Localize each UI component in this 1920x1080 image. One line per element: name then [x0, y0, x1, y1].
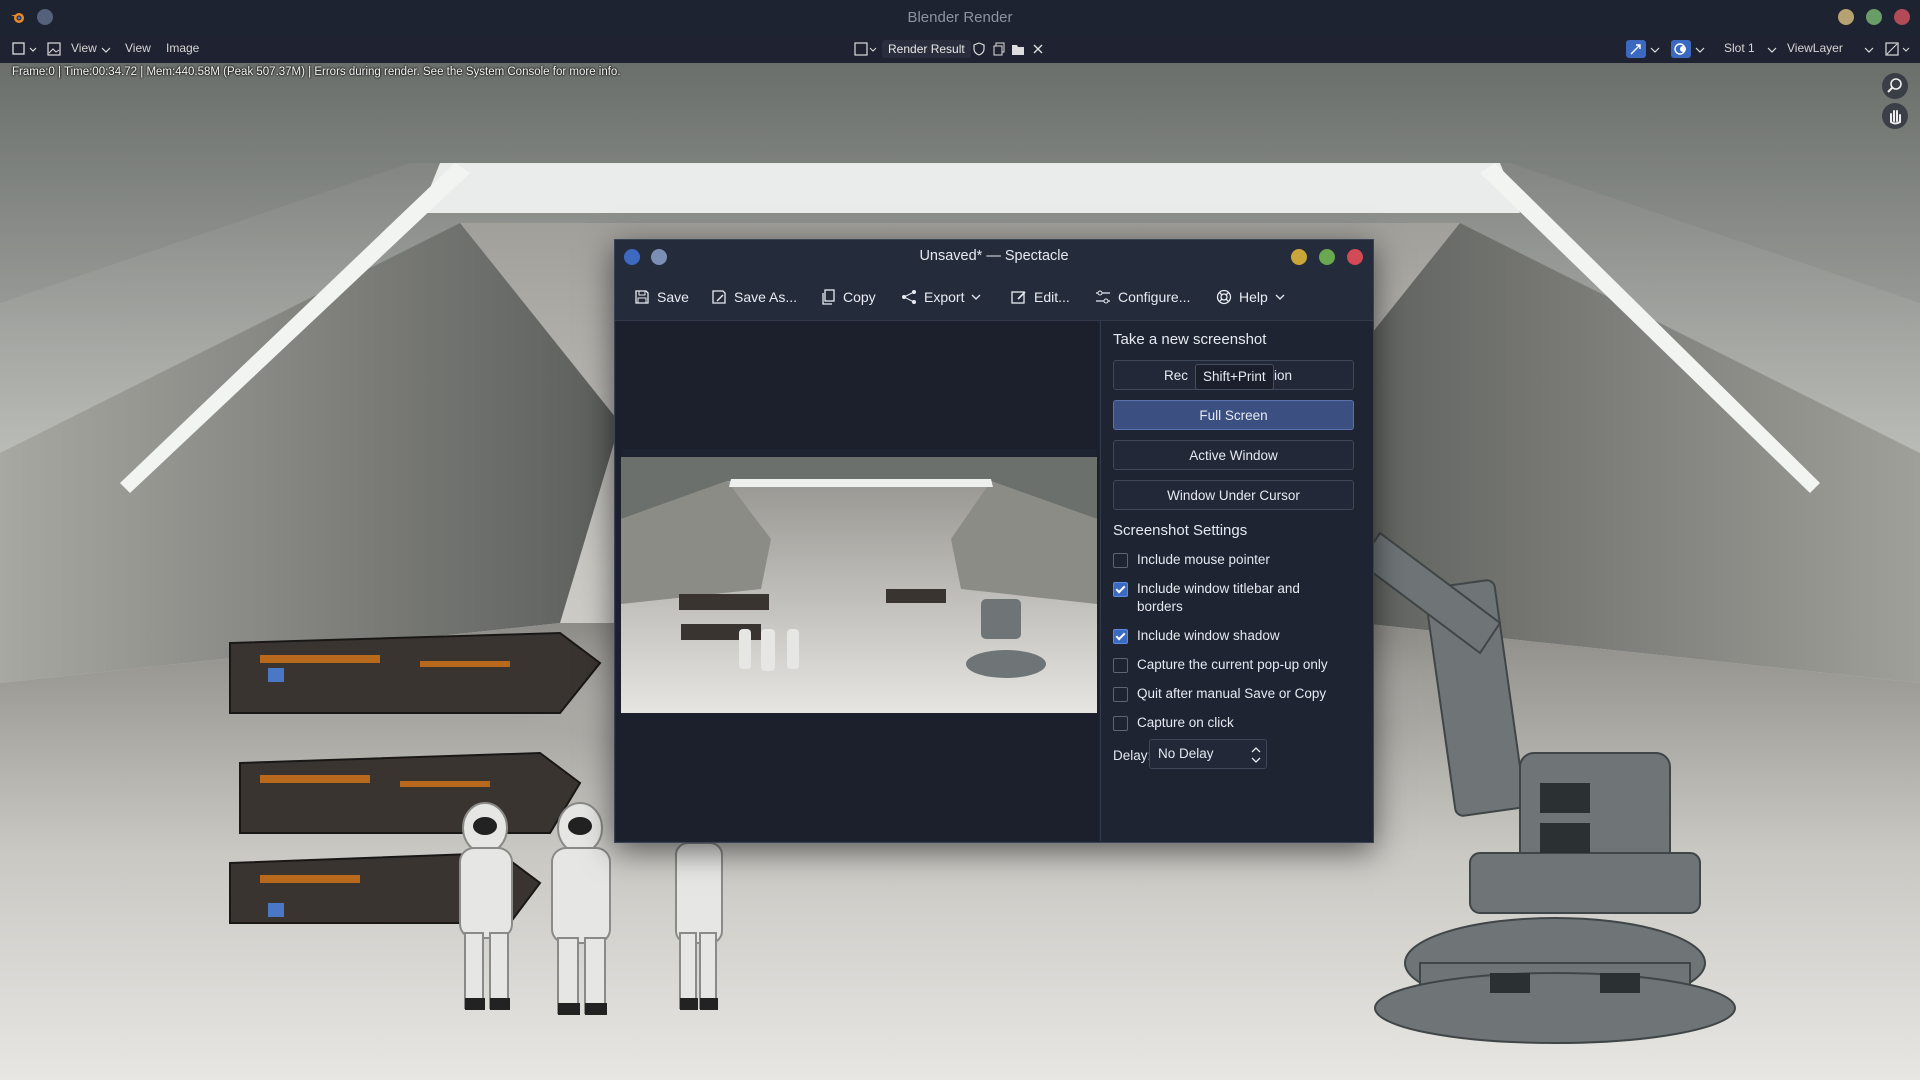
include-titlebar-checkbox[interactable]: Include window titlebar and borders: [1113, 580, 1328, 616]
chevron-down-icon: [1275, 294, 1285, 300]
edit-image-icon: [1011, 291, 1026, 304]
chevron-down-icon: [972, 294, 981, 300]
checkbox-checked-icon[interactable]: [1113, 629, 1128, 644]
include-mouse-pointer-checkbox[interactable]: Include mouse pointer: [1113, 551, 1270, 569]
spectacle-toolbar: Save Save As... Copy Export Edit... Conf…: [615, 274, 1373, 321]
unlink-close-icon[interactable]: [1030, 40, 1046, 58]
spinner-arrows-icon[interactable]: [1250, 746, 1262, 764]
edit-button[interactable]: Edit...: [1011, 286, 1070, 308]
export-button[interactable]: Export: [901, 286, 981, 308]
slot-selector[interactable]: Slot 1: [1724, 41, 1755, 55]
window-title: Blender Render: [907, 9, 1013, 26]
blender-titlebar: Blender Render: [0, 0, 1920, 35]
copy-label: Copy: [843, 289, 876, 305]
edit-label: Edit...: [1034, 289, 1070, 305]
checkbox-label: Include window titlebar and borders: [1137, 581, 1300, 614]
screenshot-options-panel: Take a new screenshot Rec ion Shift+Prin…: [1100, 321, 1373, 841]
screenshot-settings-heading: Screenshot Settings: [1113, 522, 1248, 539]
image-menu[interactable]: Image: [166, 41, 199, 55]
checkbox-label: Quit after manual Save or Copy: [1137, 686, 1327, 701]
export-label: Export: [924, 289, 965, 305]
capture-popup-only-checkbox[interactable]: Capture the current pop-up only: [1113, 656, 1328, 674]
window-under-cursor-button[interactable]: Window Under Cursor: [1113, 480, 1354, 510]
render-result-field[interactable]: Render Result: [882, 40, 971, 58]
share-icon: [902, 290, 916, 304]
overlay-toggle-icon[interactable]: [1671, 40, 1691, 58]
screenshot-preview-pane[interactable]: [616, 321, 1099, 841]
take-new-screenshot-heading: Take a new screenshot: [1113, 331, 1267, 348]
configure-sliders-icon: [1096, 290, 1110, 304]
full-screen-button[interactable]: Full Screen: [1113, 400, 1354, 430]
pan-hand-icon[interactable]: [1882, 103, 1908, 129]
copy-icon: [822, 289, 835, 305]
save-icon: [635, 290, 649, 304]
shortcut-tooltip: Shift+Print: [1195, 364, 1274, 390]
configure-label: Configure...: [1118, 289, 1191, 305]
checkbox-checked-icon[interactable]: [1113, 582, 1128, 597]
delay-spinbox[interactable]: No Delay: [1149, 739, 1267, 769]
checkbox-label: Capture the current pop-up only: [1137, 657, 1328, 672]
image-editor-header: View View Image Render Result Slot 1 Vie…: [0, 35, 1920, 63]
open-folder-icon[interactable]: [1010, 40, 1026, 58]
help-lifebuoy-icon: [1216, 289, 1232, 305]
fake-user-shield-icon[interactable]: [971, 40, 987, 58]
spectacle-window: Unsaved* — Spectacle Save Save As... Cop…: [614, 239, 1374, 843]
chevron-down-icon: [101, 47, 111, 53]
duplicate-icon[interactable]: [991, 40, 1007, 58]
checkbox-label: Include mouse pointer: [1137, 552, 1270, 567]
help-button[interactable]: Help: [1216, 286, 1285, 308]
copy-button[interactable]: Copy: [820, 286, 876, 308]
save-as-label: Save As...: [734, 289, 798, 305]
chevron-down-icon: [1864, 47, 1874, 53]
maximize-button[interactable]: [1866, 9, 1882, 25]
configure-button[interactable]: Configure...: [1095, 286, 1190, 308]
checkbox-icon[interactable]: [1113, 716, 1128, 731]
view-menu[interactable]: View: [125, 41, 151, 55]
chevron-down-icon[interactable]: [1695, 46, 1705, 54]
checkbox-icon[interactable]: [1113, 687, 1128, 702]
include-window-shadow-checkbox[interactable]: Include window shadow: [1113, 627, 1280, 645]
checkbox-label: Include window shadow: [1137, 628, 1280, 643]
save-button[interactable]: Save: [634, 286, 689, 308]
help-label: Help: [1239, 289, 1268, 305]
save-label: Save: [657, 289, 689, 305]
save-as-icon: [712, 290, 726, 304]
delay-value: No Delay: [1158, 746, 1214, 761]
region-label-start: Rec: [1164, 368, 1189, 383]
chevron-down-icon: [1767, 47, 1777, 53]
checkbox-label: Capture on click: [1137, 715, 1234, 730]
delay-label: Delay:: [1113, 748, 1152, 763]
minimize-button[interactable]: [1291, 249, 1307, 265]
close-button[interactable]: [1894, 9, 1910, 25]
view-menu-dropdown[interactable]: View: [71, 41, 97, 55]
screenshot-thumbnail[interactable]: [621, 449, 1097, 713]
maximize-button[interactable]: [1319, 249, 1335, 265]
image-browse-button[interactable]: [853, 40, 879, 58]
image-icon: [47, 40, 61, 58]
gizmo-toggle-icon[interactable]: [1626, 40, 1646, 58]
save-as-button[interactable]: Save As...: [711, 286, 797, 308]
checkbox-icon[interactable]: [1113, 658, 1128, 673]
region-label-end: ion: [1274, 368, 1293, 383]
spectacle-titlebar: Unsaved* — Spectacle: [615, 240, 1373, 274]
display-channels-icon[interactable]: [1884, 40, 1912, 58]
view-layer-selector[interactable]: ViewLayer: [1787, 41, 1843, 55]
editor-type-button[interactable]: [10, 40, 38, 58]
close-button[interactable]: [1347, 249, 1363, 265]
active-window-button[interactable]: Active Window: [1113, 440, 1354, 470]
spectacle-title: Unsaved* — Spectacle: [919, 248, 1069, 264]
zoom-icon[interactable]: [1882, 73, 1908, 99]
capture-on-click-checkbox[interactable]: Capture on click: [1113, 714, 1234, 732]
minimize-button[interactable]: [1838, 9, 1854, 25]
chevron-down-icon[interactable]: [1650, 46, 1660, 54]
quit-after-save-checkbox[interactable]: Quit after manual Save or Copy: [1113, 685, 1326, 703]
checkbox-icon[interactable]: [1113, 553, 1128, 568]
render-status-text: Frame:0 | Time:00:34.72 | Mem:440.58M (P…: [12, 66, 621, 78]
